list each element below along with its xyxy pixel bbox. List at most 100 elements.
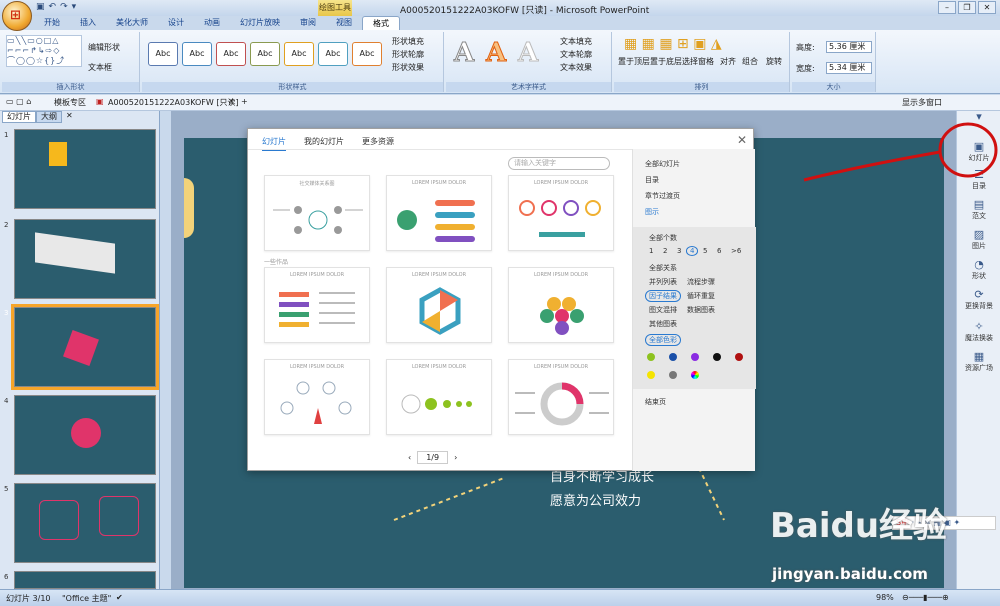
template-card[interactable]: LOREM IPSUM DOLOR xyxy=(386,267,492,343)
minimize-icon[interactable]: – xyxy=(938,1,956,14)
color-all-selected[interactable]: 全部色彩 xyxy=(645,334,681,346)
filter-section-transition[interactable]: 章节过渡页 xyxy=(645,191,680,201)
wordart-style[interactable]: A xyxy=(517,38,538,69)
relation-option-selected[interactable]: 因子结果 xyxy=(645,290,681,302)
sidebar-item-shapes[interactable]: ◔ 形状 xyxy=(957,259,1000,281)
close-icon[interactable]: ✕ xyxy=(228,97,235,106)
close-icon[interactable]: ✕ xyxy=(978,1,996,14)
count-option[interactable]: 2 xyxy=(663,247,667,255)
textbox-button[interactable]: 文本框 xyxy=(88,62,112,73)
relation-option[interactable]: 循环重复 xyxy=(687,291,715,301)
color-swatch[interactable] xyxy=(669,371,677,379)
add-tab-button[interactable]: + xyxy=(241,97,248,106)
count-option[interactable]: 3 xyxy=(677,247,681,255)
template-card[interactable]: LOREM IPSUM DOLOR xyxy=(386,175,492,251)
count-option[interactable]: 5 xyxy=(703,247,707,255)
template-card[interactable]: LOREM IPSUM DOLOR xyxy=(264,267,370,343)
height-input[interactable]: 5.36 厘米 xyxy=(826,41,872,53)
zoom-level[interactable]: 98% xyxy=(876,593,894,602)
align-button[interactable]: 对齐 xyxy=(720,56,736,67)
rotate-button[interactable]: 旋转 xyxy=(766,56,782,67)
relation-option[interactable]: 全部关系 xyxy=(649,263,677,273)
check-icon[interactable]: ✔ xyxy=(116,593,123,602)
text-fill-button[interactable]: 文本填充 xyxy=(560,36,592,47)
wordart-style[interactable]: A xyxy=(485,38,506,69)
slide-thumbnail-selected[interactable] xyxy=(11,304,159,390)
style-swatch[interactable]: Abc xyxy=(284,42,314,66)
relation-option[interactable]: 图文混排 xyxy=(649,305,677,315)
relation-option[interactable]: 并列列表 xyxy=(649,277,677,287)
shape-fill-button[interactable]: 形状填充 xyxy=(392,36,424,47)
filter-toc[interactable]: 目录 xyxy=(645,175,659,185)
tab-animation[interactable]: 动画 xyxy=(194,16,230,30)
filter-diagrams[interactable]: 图示 xyxy=(645,207,659,217)
save-icon[interactable]: ▣ xyxy=(36,2,45,14)
slide-thumbnail[interactable] xyxy=(14,571,156,589)
tab-slides[interactable]: 幻灯片 xyxy=(2,111,36,123)
relation-option[interactable]: 其他图表 xyxy=(649,319,677,329)
template-card[interactable]: 社交媒体关系图 xyxy=(264,175,370,251)
undo-icon[interactable]: ↶ xyxy=(49,2,57,14)
office-button[interactable]: ⊞ xyxy=(2,1,32,31)
color-swatch[interactable] xyxy=(647,371,655,379)
slide-thumbnail[interactable] xyxy=(14,483,156,563)
tab-insert[interactable]: 插入 xyxy=(70,16,106,30)
dropdown-icon[interactable]: ▾ xyxy=(72,2,77,14)
template-card[interactable]: LOREM IPSUM DOLOR xyxy=(508,359,614,435)
doc-tab-file[interactable]: A000520151222A03KOFW [只读] xyxy=(108,97,239,108)
tab-slideshow[interactable]: 幻灯片放映 xyxy=(230,16,290,30)
redo-icon[interactable]: ↷ xyxy=(60,2,68,14)
show-multi-window-button[interactable]: 显示多窗口 xyxy=(902,97,942,108)
slide-thumbnail[interactable] xyxy=(14,395,156,475)
sidebar-item-resources[interactable]: ▦ 资源广场 xyxy=(957,351,1000,373)
count-option-selected[interactable]: 4 xyxy=(686,246,699,256)
bring-to-front-button[interactable]: 置于顶层 xyxy=(618,56,650,67)
tab-review[interactable]: 审阅 xyxy=(290,16,326,30)
tab-beautify[interactable]: 美化大师 xyxy=(106,16,158,30)
zoom-slider[interactable]: ⊖───▮───⊕ xyxy=(902,593,949,602)
text-outline-button[interactable]: 文本轮廓 xyxy=(560,49,592,60)
close-icon[interactable]: ✕ xyxy=(737,133,747,147)
color-swatch[interactable] xyxy=(647,353,655,361)
width-input[interactable]: 5.34 厘米 xyxy=(826,62,872,74)
template-card[interactable]: LOREM IPSUM DOLOR xyxy=(508,175,614,251)
style-swatch[interactable]: Abc xyxy=(216,42,246,66)
count-option[interactable]: 6 xyxy=(717,247,721,255)
relation-option[interactable]: 流程步骤 xyxy=(687,277,715,287)
sidebar-item-magic[interactable]: ✧ 魔法换装 xyxy=(957,321,1000,343)
filter-all-slides[interactable]: 全部幻灯片 xyxy=(645,159,680,169)
restore-icon[interactable]: ❐ xyxy=(958,1,976,14)
slide-thumbnail[interactable] xyxy=(14,219,156,299)
color-swatch[interactable] xyxy=(713,353,721,361)
template-card[interactable]: LOREM IPSUM DOLOR xyxy=(264,359,370,435)
tab-outline[interactable]: 大纲 xyxy=(36,111,62,123)
tab-format[interactable]: 格式 xyxy=(362,16,400,30)
doc-tab-templates[interactable]: 模板专区 xyxy=(54,97,86,108)
shape-outline-button[interactable]: 形状轮廓 xyxy=(392,49,424,60)
group-button[interactable]: 组合 xyxy=(742,56,758,67)
prev-page-button[interactable]: ‹ xyxy=(408,453,411,462)
tab-view[interactable]: 视图 xyxy=(326,16,362,30)
wordart-style[interactable]: A xyxy=(453,38,474,69)
edit-shape-button[interactable]: 编辑形状 xyxy=(88,42,120,53)
selection-pane-button[interactable]: 选择窗格 xyxy=(682,56,714,67)
search-input[interactable]: 请输入关键字 xyxy=(508,157,610,170)
close-icon[interactable]: ✕ xyxy=(62,111,77,123)
send-to-back-button[interactable]: 置于底层 xyxy=(650,56,682,67)
style-swatch[interactable]: Abc xyxy=(148,42,178,66)
color-swatch[interactable] xyxy=(735,353,743,361)
shapes-gallery[interactable]: ▭╲╲▭○□△ ⌐⌐⌐↱↳⇨◇ ⌒◯◯☆{}⤴ xyxy=(6,35,82,67)
count-option[interactable]: >6 xyxy=(731,247,741,255)
color-swatch-multicolor[interactable] xyxy=(691,371,699,379)
home-icon[interactable]: ▭ ▢ ⌂ xyxy=(6,97,31,106)
template-card[interactable]: LOREM IPSUM DOLOR xyxy=(386,359,492,435)
sidebar-item-images[interactable]: ▨ 图片 xyxy=(957,229,1000,251)
style-swatch[interactable]: Abc xyxy=(318,42,348,66)
style-swatch[interactable]: Abc xyxy=(352,42,382,66)
filter-end-page[interactable]: 结束页 xyxy=(645,397,666,407)
sidebar-item-background[interactable]: ⟳ 更换背景 xyxy=(957,289,1000,311)
color-swatch[interactable] xyxy=(691,353,699,361)
text-effects-button[interactable]: 文本效果 xyxy=(560,62,592,73)
color-swatch[interactable] xyxy=(669,353,677,361)
tab-home[interactable]: 开始 xyxy=(34,16,70,30)
